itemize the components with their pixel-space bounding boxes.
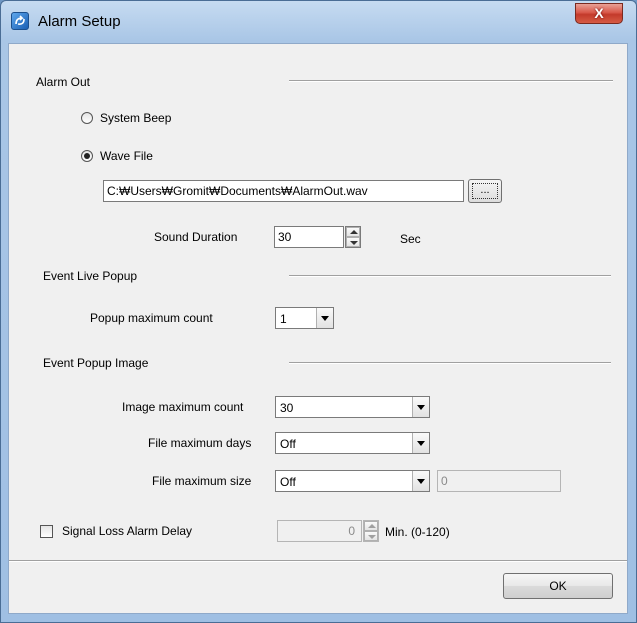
dialog-body: Alarm Out System Beep Wave File C:₩Users… <box>8 43 628 614</box>
dropdown-arrow-icon[interactable] <box>412 397 429 417</box>
system-beep-label: System Beep <box>100 111 172 125</box>
alarm-out-group-title: Alarm Out <box>36 75 91 89</box>
window-title: Alarm Setup <box>38 13 121 30</box>
popup-max-count-value: 1 <box>280 312 287 326</box>
signal-loss-spinner[interactable] <box>363 520 379 542</box>
file-max-size-value: Off <box>280 475 296 489</box>
chevron-up-icon <box>368 524 376 528</box>
spin-up-button[interactable] <box>346 227 360 237</box>
image-max-count-select[interactable]: 30 <box>275 396 430 418</box>
spin-down-button[interactable] <box>346 237 360 247</box>
event-popup-image-separator <box>289 362 611 364</box>
app-icon <box>11 12 29 30</box>
spin-up-button[interactable] <box>364 521 378 531</box>
signal-loss-checkbox[interactable] <box>40 525 53 538</box>
footer-separator <box>9 560 627 562</box>
wave-file-path-input[interactable]: C:₩Users₩Gromit₩Documents₩AlarmOut.wav <box>103 180 464 202</box>
sound-duration-input[interactable]: 30 <box>274 226 344 248</box>
file-max-size-label: File maximum size <box>152 474 252 488</box>
signal-loss-range-label: Min. (0-120) <box>385 525 450 539</box>
wave-file-label: Wave File <box>100 149 153 163</box>
chevron-down-icon <box>368 535 376 539</box>
file-max-size-input[interactable]: 0 <box>437 470 561 492</box>
dropdown-arrow-icon[interactable] <box>316 308 333 328</box>
popup-max-count-select[interactable]: 1 <box>275 307 334 329</box>
alarm-out-separator <box>289 80 613 82</box>
file-max-days-select[interactable]: Off <box>275 432 430 454</box>
close-button[interactable]: X <box>575 3 623 24</box>
file-max-size-select[interactable]: Off <box>275 470 430 492</box>
signal-loss-delay-input[interactable]: 0 <box>277 520 362 542</box>
sound-duration-unit: Sec <box>400 232 421 246</box>
image-max-count-label: Image maximum count <box>122 400 244 414</box>
ok-button[interactable]: OK <box>503 573 613 599</box>
chevron-down-icon <box>350 241 358 245</box>
close-icon: X <box>594 5 604 21</box>
popup-max-count-label: Popup maximum count <box>90 311 213 325</box>
chevron-up-icon <box>350 230 358 234</box>
dropdown-arrow-icon[interactable] <box>412 471 429 491</box>
alarm-setup-window: Alarm Setup X Alarm Out System Beep Wave… <box>0 0 637 623</box>
file-max-days-label: File maximum days <box>148 436 252 450</box>
image-max-count-value: 30 <box>280 401 294 415</box>
system-beep-radio[interactable] <box>81 112 93 124</box>
file-max-days-value: Off <box>280 437 296 451</box>
sound-duration-label: Sound Duration <box>154 230 238 244</box>
signal-loss-label: Signal Loss Alarm Delay <box>62 524 193 538</box>
spin-down-button[interactable] <box>364 531 378 541</box>
sound-duration-spinner[interactable] <box>345 226 361 248</box>
wave-file-radio[interactable] <box>81 150 93 162</box>
browse-button[interactable]: ... <box>468 179 502 203</box>
dropdown-arrow-icon[interactable] <box>412 433 429 453</box>
event-live-popup-separator <box>289 275 611 277</box>
browse-label: ... <box>472 183 498 199</box>
title-bar[interactable]: Alarm Setup X <box>1 1 636 43</box>
event-live-popup-group-title: Event Live Popup <box>43 269 138 283</box>
event-popup-image-group-title: Event Popup Image <box>43 356 149 370</box>
